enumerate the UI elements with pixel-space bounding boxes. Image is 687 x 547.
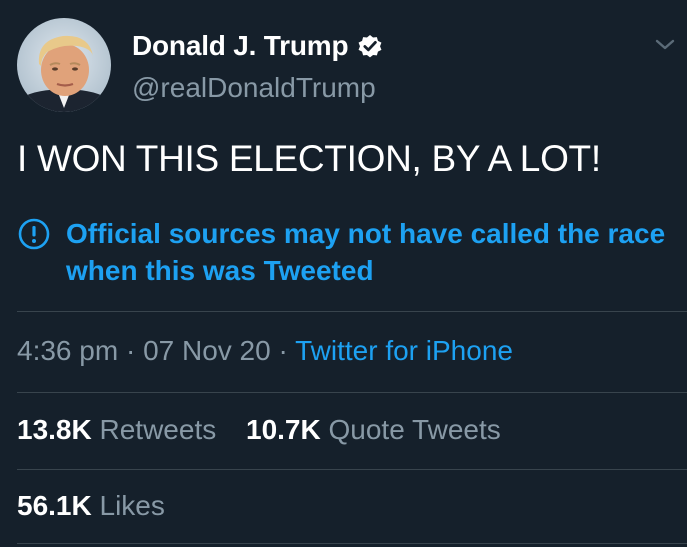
quote-tweets-count: 10.7K (246, 414, 321, 445)
divider (17, 392, 687, 393)
likes-stats-row: 56.1K Likes (17, 490, 187, 522)
likes-count: 56.1K (17, 490, 92, 521)
separator: · (278, 335, 288, 366)
verified-badge-icon (356, 32, 384, 60)
retweets-stat[interactable]: 13.8K Retweets (17, 414, 224, 445)
quote-tweets-stat[interactable]: 10.7K Quote Tweets (246, 414, 501, 445)
exclamation-circle-icon (17, 217, 51, 251)
display-name[interactable]: Donald J. Trump (132, 30, 349, 62)
retweets-label: Retweets (99, 414, 217, 445)
tweet-meta: 4:36 pm · 07 Nov 20 · Twitter for iPhone (17, 335, 513, 367)
author-name-row[interactable]: Donald J. Trump (132, 26, 384, 66)
likes-label: Likes (99, 490, 165, 521)
separator: · (125, 335, 136, 366)
divider (17, 543, 687, 544)
election-notice[interactable]: Official sources may not have called the… (17, 215, 687, 289)
tweet-source-link[interactable]: Twitter for iPhone (295, 335, 513, 366)
notice-text[interactable]: Official sources may not have called the… (66, 215, 666, 289)
tweet-card: Donald J. Trump @realDonaldTrump I WON T… (0, 0, 687, 547)
engagement-stats-row: 13.8K Retweets 10.7K Quote Tweets (17, 414, 523, 446)
author-handle[interactable]: @realDonaldTrump (132, 72, 376, 104)
likes-stat[interactable]: 56.1K Likes (17, 490, 165, 521)
tweet-text: I WON THIS ELECTION, BY A LOT! (17, 138, 601, 179)
avatar[interactable] (17, 18, 111, 112)
divider (17, 469, 687, 470)
quote-tweets-label: Quote Tweets (328, 414, 501, 445)
tweet-time[interactable]: 4:36 pm (17, 335, 118, 366)
tweet-date[interactable]: 07 Nov 20 (143, 335, 271, 366)
divider (17, 311, 687, 312)
chevron-down-icon[interactable] (652, 36, 678, 54)
retweets-count: 13.8K (17, 414, 92, 445)
